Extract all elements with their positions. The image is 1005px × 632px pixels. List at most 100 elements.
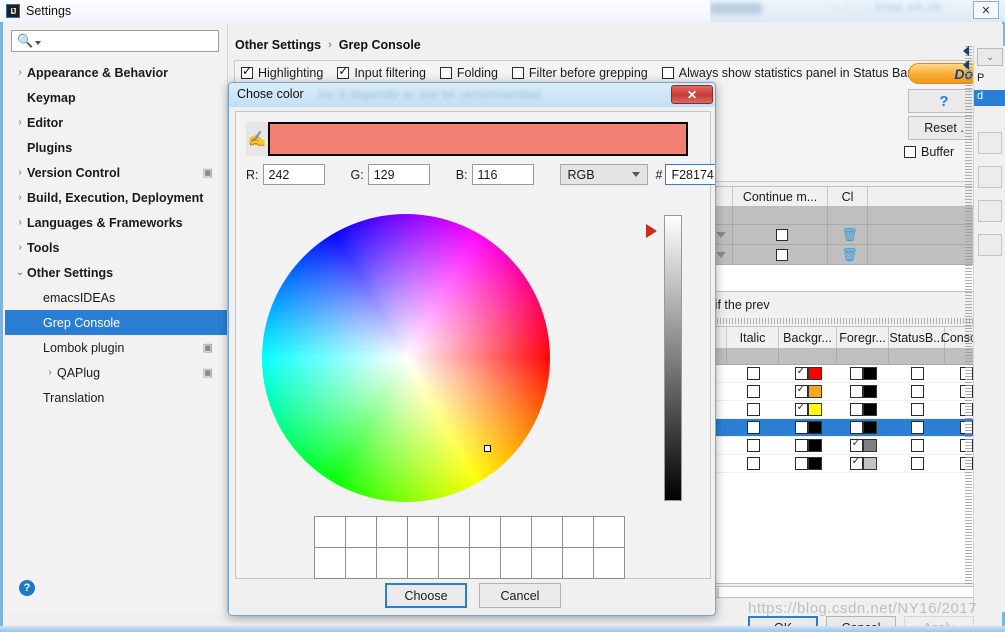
- italic-checkbox[interactable]: [746, 403, 760, 416]
- sidebar-item-tools[interactable]: › Tools: [5, 235, 227, 260]
- sidebar-item-version-control[interactable]: › Version Control ▣: [5, 160, 227, 185]
- background-cell[interactable]: [779, 437, 837, 454]
- actions-col-clear[interactable]: Cl: [828, 187, 868, 206]
- far-right-box-2[interactable]: [978, 166, 1002, 188]
- foreground-cell[interactable]: [837, 419, 889, 436]
- chevron-right-icon[interactable]: ›: [13, 242, 27, 253]
- far-right-box-1[interactable]: [978, 132, 1002, 154]
- far-right-combo[interactable]: ⌄: [977, 48, 1003, 66]
- sidebar-item-keymap[interactable]: ›Keymap: [5, 85, 227, 110]
- foreground-checkbox[interactable]: [849, 436, 863, 452]
- continue-matching-cell[interactable]: [733, 245, 828, 264]
- italic-checkbox[interactable]: [746, 367, 760, 380]
- color-table-col-1[interactable]: Backgr...: [779, 327, 837, 348]
- background-checkbox[interactable]: [794, 457, 808, 470]
- foreground-swatch[interactable]: [862, 421, 877, 434]
- recent-swatch-cell[interactable]: [501, 548, 532, 579]
- chevron-right-icon[interactable]: ›: [13, 192, 27, 203]
- option-checkbox-2[interactable]: [439, 67, 452, 79]
- continue-matching-checkbox[interactable]: [776, 228, 788, 241]
- copy-settings-icon[interactable]: ▣: [203, 341, 213, 354]
- copy-settings-icon[interactable]: ▣: [203, 166, 213, 179]
- status-bar-checkbox[interactable]: [910, 439, 924, 452]
- option-checkbox-4[interactable]: [661, 67, 674, 79]
- color-wheel-marker[interactable]: [484, 445, 491, 452]
- chevron-down-icon[interactable]: [716, 251, 726, 258]
- recent-swatch-cell[interactable]: [470, 517, 501, 548]
- recent-swatch-cell[interactable]: [470, 548, 501, 579]
- color-table-col-3[interactable]: StatusB...: [889, 327, 945, 348]
- eyedropper-icon[interactable]: ✍: [246, 122, 268, 156]
- background-cell[interactable]: [779, 382, 837, 400]
- chose-color-close-button[interactable]: ✕: [671, 85, 713, 104]
- choose-button[interactable]: Choose: [385, 583, 467, 608]
- recent-swatch-cell[interactable]: [315, 517, 346, 548]
- italic-cell[interactable]: [727, 455, 779, 472]
- recent-swatch-cell[interactable]: [594, 548, 625, 579]
- background-swatch[interactable]: [807, 367, 822, 380]
- recent-swatch-cell[interactable]: [563, 548, 594, 579]
- color-table-col-2[interactable]: Foregr...: [837, 327, 889, 348]
- foreground-swatch[interactable]: [862, 367, 877, 380]
- sidebar-item-plugins[interactable]: ›Plugins: [5, 135, 227, 160]
- recent-swatch-cell[interactable]: [532, 548, 563, 579]
- background-swatch[interactable]: [807, 403, 822, 416]
- delete-cell[interactable]: 🗑: [828, 245, 868, 264]
- status-bar-checkbox[interactable]: [910, 367, 924, 380]
- sidebar-item-qaplug[interactable]: › QAPlug ▣: [5, 360, 227, 385]
- far-right-box-3[interactable]: [978, 200, 1002, 222]
- italic-cell[interactable]: [727, 419, 779, 436]
- status-bar-cell[interactable]: [889, 419, 945, 436]
- continue-matching-cell[interactable]: [733, 225, 828, 244]
- option-checkbox-3[interactable]: [511, 67, 524, 79]
- background-swatch[interactable]: [807, 439, 822, 452]
- trash-icon[interactable]: 🗑: [841, 227, 858, 243]
- italic-checkbox[interactable]: [746, 457, 760, 470]
- help-icon[interactable]: ?: [19, 580, 35, 596]
- chevron-right-icon[interactable]: ›: [13, 117, 27, 128]
- foreground-checkbox[interactable]: [849, 385, 863, 398]
- far-right-selected-item[interactable]: d: [974, 90, 1005, 106]
- brightness-slider-handle[interactable]: [646, 224, 657, 238]
- recent-swatch-cell[interactable]: [408, 548, 439, 579]
- sidebar-item-lombok-plugin[interactable]: Lombok plugin ▣: [5, 335, 227, 360]
- recent-swatch-cell[interactable]: [439, 548, 470, 579]
- background-swatch[interactable]: [807, 421, 822, 434]
- color-wheel[interactable]: [262, 214, 550, 502]
- status-bar-cell[interactable]: [889, 365, 945, 382]
- background-cell[interactable]: [779, 455, 837, 472]
- chevron-down-icon[interactable]: [716, 231, 726, 238]
- background-checkbox[interactable]: [794, 400, 808, 416]
- sidebar-item-other-settings[interactable]: ⌄ Other Settings: [5, 260, 227, 285]
- recent-swatch-cell[interactable]: [532, 517, 563, 548]
- background-swatch[interactable]: [807, 385, 822, 398]
- recent-swatch-cell[interactable]: [377, 548, 408, 579]
- sidebar-item-build-execution-deployment[interactable]: › Build, Execution, Deployment: [5, 185, 227, 210]
- background-checkbox[interactable]: [794, 382, 808, 398]
- recent-swatch-cell[interactable]: [315, 548, 346, 579]
- chose-color-cancel-button[interactable]: Cancel: [479, 583, 561, 608]
- actions-col-continue[interactable]: Continue m...: [733, 187, 828, 206]
- background-cell[interactable]: [779, 364, 837, 382]
- copy-settings-icon[interactable]: ▣: [203, 366, 213, 379]
- status-bar-cell[interactable]: [889, 455, 945, 472]
- hex-field[interactable]: F28174: [665, 164, 715, 185]
- chevron-right-icon[interactable]: ›: [43, 367, 57, 378]
- background-cell[interactable]: [779, 419, 837, 436]
- chevron-right-icon[interactable]: ›: [13, 217, 27, 228]
- sidebar-item-editor[interactable]: › Editor: [5, 110, 227, 135]
- sidebar-item-translation[interactable]: Translation: [5, 385, 227, 410]
- background-cell[interactable]: [779, 400, 837, 418]
- italic-cell[interactable]: [727, 401, 779, 418]
- sidebar-item-languages-frameworks[interactable]: › Languages & Frameworks: [5, 210, 227, 235]
- splitter-collapse-down-icon[interactable]: [963, 60, 969, 70]
- italic-checkbox[interactable]: [746, 385, 760, 398]
- r-field[interactable]: 242: [262, 164, 325, 185]
- trash-icon[interactable]: 🗑: [841, 247, 858, 263]
- background-checkbox[interactable]: [794, 439, 808, 452]
- foreground-swatch[interactable]: [862, 439, 877, 452]
- italic-checkbox[interactable]: [746, 439, 760, 452]
- recent-swatch-cell[interactable]: [346, 548, 377, 579]
- foreground-swatch[interactable]: [862, 403, 877, 416]
- foreground-cell[interactable]: [837, 401, 889, 418]
